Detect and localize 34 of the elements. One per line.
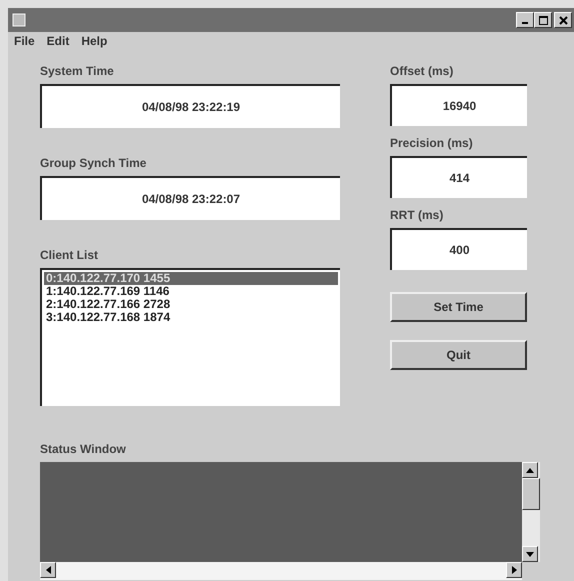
- time-field[interactable]: 04/08/98 23:22:07: [40, 176, 340, 220]
- client-listbox[interactable]: 0:140.122.77.170 1455 1:140.122.77.169 1146 2:140.122.77.166 2728 3:140.122.77.168 1874: [40, 268, 340, 406]
- list-item[interactable]: 2:140.122.77.166 2728: [44, 298, 338, 311]
- up-arrow-icon: [526, 468, 534, 472]
- horizontal-scrollbar[interactable]: [40, 562, 522, 580]
- push-button[interactable]: Set Time: [390, 292, 527, 322]
- maximize-button[interactable]: [534, 12, 552, 28]
- close-button[interactable]: [554, 12, 572, 28]
- left-arrow-icon: [46, 566, 50, 574]
- list-label: Client List: [40, 248, 98, 262]
- time-field[interactable]: 04/08/98 23:22:19: [40, 84, 340, 128]
- status-label: Status Window: [40, 442, 127, 456]
- minimize-button[interactable]: [516, 12, 534, 28]
- close-icon: [558, 16, 568, 24]
- field-label: System Time: [40, 64, 114, 78]
- field-label: Offset (ms): [390, 64, 454, 78]
- list-item[interactable]: 3:140.122.77.168 1874: [44, 311, 338, 324]
- push-button[interactable]: Quit: [390, 340, 527, 370]
- value-field[interactable]: 414: [390, 156, 527, 198]
- vertical-scrollbar[interactable]: [522, 462, 540, 562]
- value-field[interactable]: 16940: [390, 84, 527, 126]
- field-label: Precision (ms): [390, 136, 473, 150]
- menu-item[interactable]: File: [14, 34, 35, 48]
- list-item[interactable]: 1:140.122.77.169 1146: [44, 285, 338, 298]
- down-arrow-icon: [526, 552, 534, 556]
- list-item[interactable]: 0:140.122.77.170 1455: [44, 272, 338, 285]
- right-arrow-icon: [512, 566, 516, 574]
- field-label: RRT (ms): [390, 208, 444, 222]
- menu-item[interactable]: Edit: [46, 34, 70, 48]
- app-icon: [12, 13, 26, 27]
- maximize-icon: [538, 16, 548, 24]
- field-label: Group Synch Time: [40, 156, 146, 170]
- value-field[interactable]: 400: [390, 228, 527, 270]
- menu-item[interactable]: Help: [81, 34, 108, 48]
